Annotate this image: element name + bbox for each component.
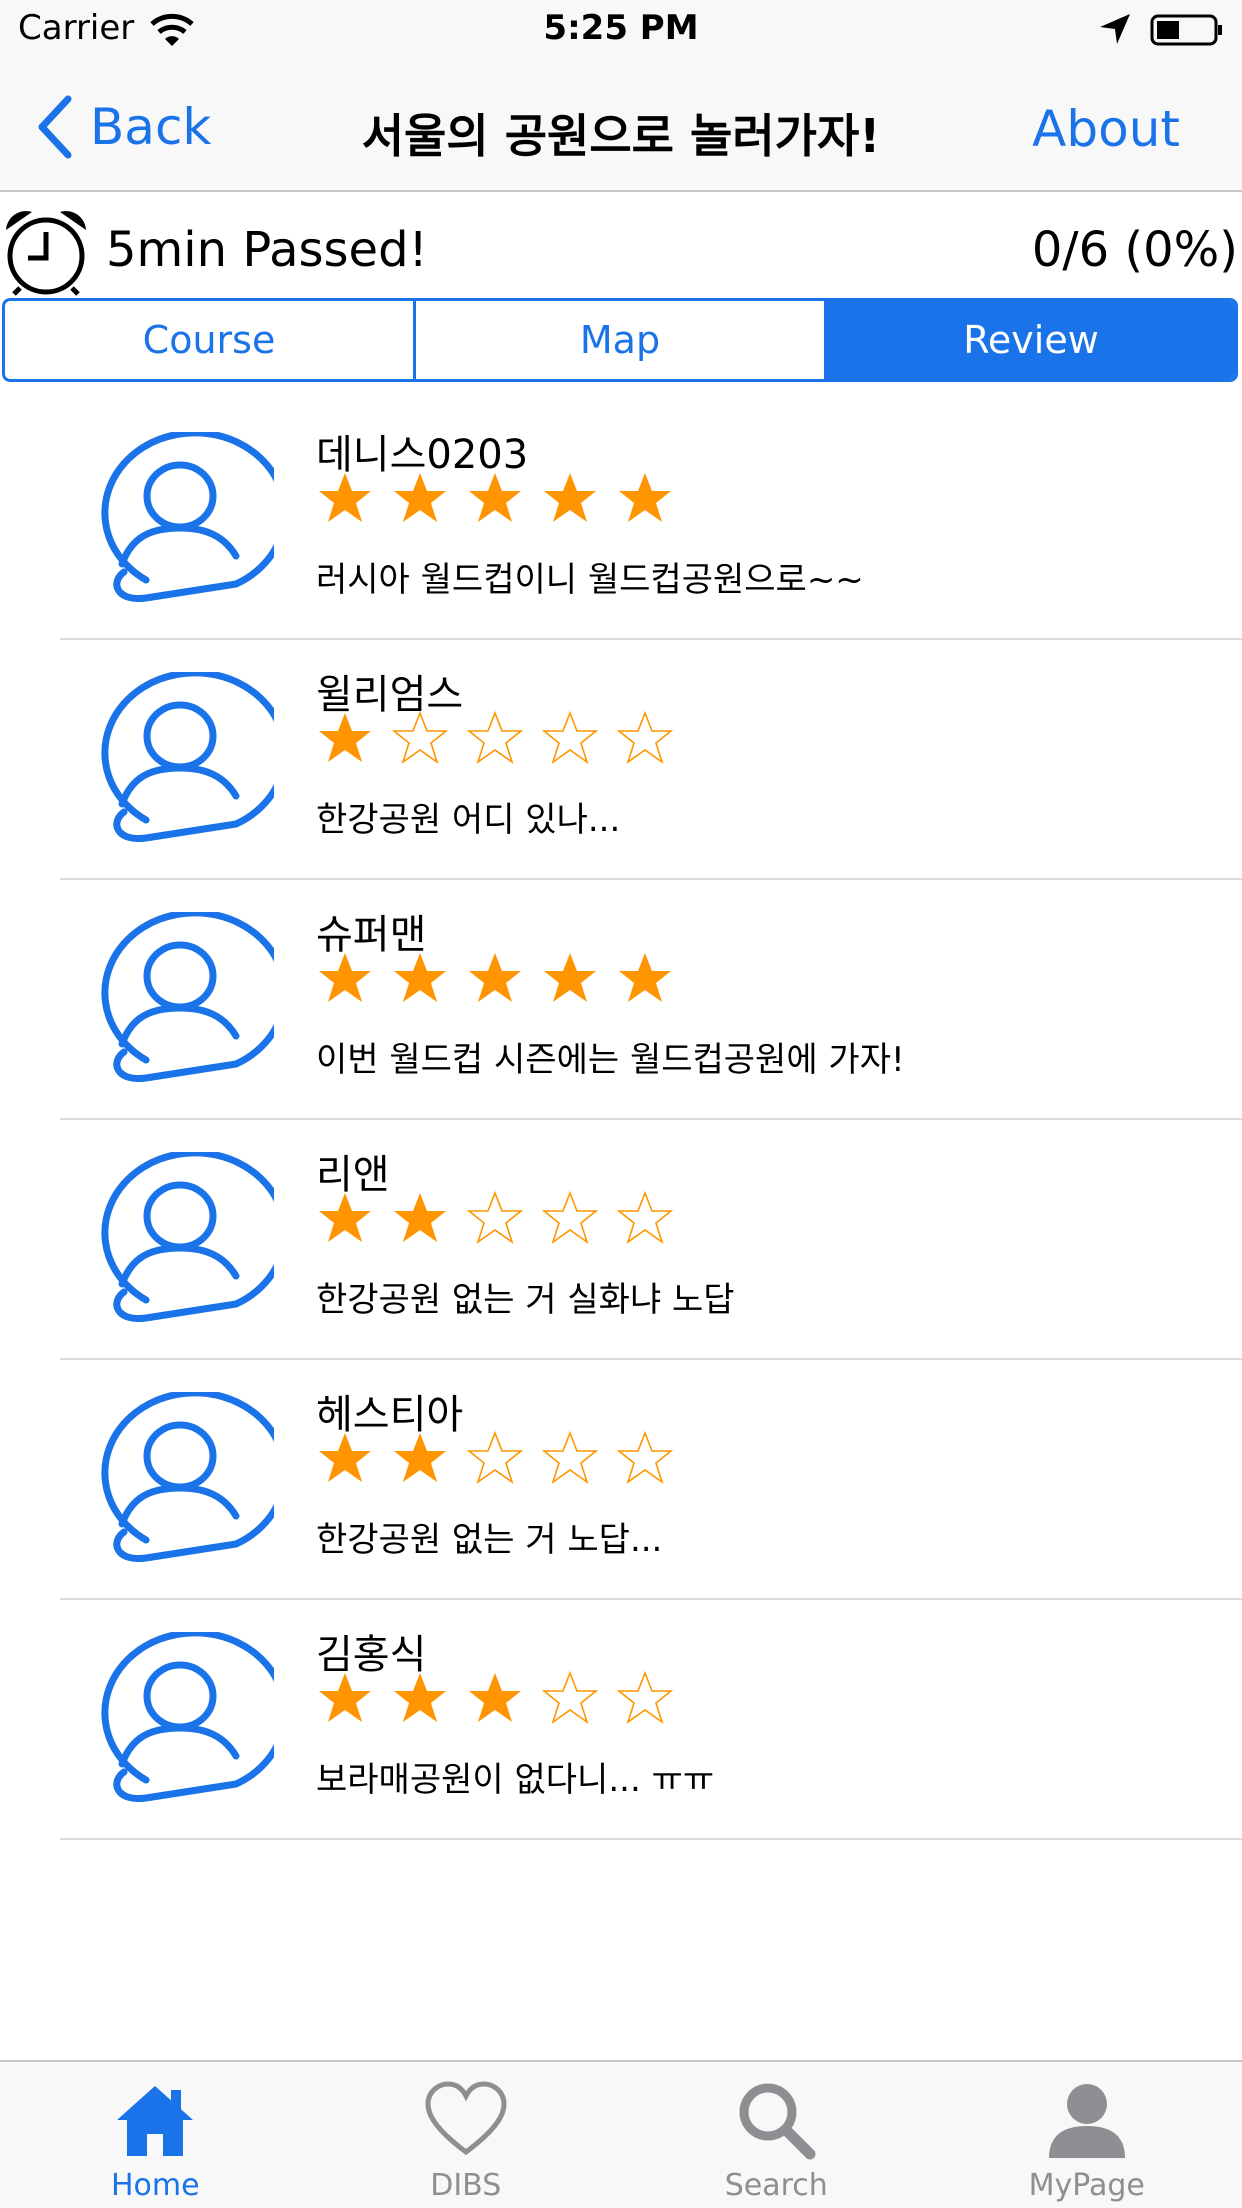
avatar-icon bbox=[101, 432, 274, 602]
star-filled-icon bbox=[319, 1673, 371, 1722]
tab-dibs-label: DIBS bbox=[430, 2168, 502, 2203]
star-rating bbox=[316, 710, 691, 768]
person-icon bbox=[1048, 2084, 1125, 2158]
star-rating bbox=[316, 470, 691, 528]
tab-home[interactable]: Home bbox=[0, 2062, 311, 2208]
review-comment: 한강공원 어디 있나... bbox=[316, 800, 621, 840]
avatar-icon bbox=[101, 1392, 274, 1562]
star-empty-icon bbox=[466, 1430, 524, 1485]
battery-icon bbox=[1150, 14, 1222, 46]
star-rating bbox=[316, 1670, 691, 1728]
star-rating bbox=[316, 1430, 691, 1488]
status-bar: Carrier 5:25 PM bbox=[0, 0, 1242, 62]
star-empty-icon bbox=[466, 710, 524, 765]
tab-home-label: Home bbox=[110, 2168, 200, 2203]
home-icon bbox=[117, 2086, 194, 2156]
review-row[interactable]: 헤스티아 한강공원 없는 거 노답... bbox=[0, 1360, 1242, 1600]
star-rating bbox=[316, 1190, 691, 1248]
star-filled-icon bbox=[544, 953, 596, 1002]
star-filled-icon bbox=[394, 953, 446, 1002]
review-list: 데니스0203 러시아 월드컵이니 월드컵공원으로~~ 윌리엄스 한강공원 어디… bbox=[0, 400, 1242, 1840]
star-filled-icon bbox=[619, 953, 671, 1002]
star-empty-icon bbox=[616, 1670, 674, 1725]
review-row[interactable]: 윌리엄스 한강공원 어디 있나... bbox=[0, 640, 1242, 880]
elapsed-time-label: 5min Passed! bbox=[106, 222, 428, 278]
star-empty-icon bbox=[541, 710, 599, 765]
review-comment: 한강공원 없는 거 노답... bbox=[316, 1520, 663, 1560]
segment-review[interactable]: Review bbox=[827, 301, 1235, 379]
progress-label: 0/6 (0%) bbox=[1031, 222, 1238, 278]
status-time: 5:25 PM bbox=[543, 8, 699, 48]
star-filled-icon bbox=[394, 1433, 446, 1482]
review-row[interactable]: 리앤 한강공원 없는 거 실화냐 노답 bbox=[0, 1120, 1242, 1360]
segmented-control: Course Map Review bbox=[2, 298, 1238, 382]
segment-map[interactable]: Map bbox=[416, 301, 827, 379]
star-filled-icon bbox=[319, 713, 371, 762]
star-empty-icon bbox=[541, 1670, 599, 1725]
star-filled-icon bbox=[544, 473, 596, 522]
tab-search[interactable]: Search bbox=[621, 2062, 932, 2208]
star-filled-icon bbox=[319, 953, 371, 1002]
star-filled-icon bbox=[319, 1433, 371, 1482]
star-empty-icon bbox=[391, 710, 449, 765]
star-filled-icon bbox=[319, 1193, 371, 1242]
star-filled-icon bbox=[394, 473, 446, 522]
review-row[interactable]: 슈퍼맨 이번 월드컵 시즌에는 월드컵공원에 가자! bbox=[0, 880, 1242, 1120]
avatar-icon bbox=[101, 912, 274, 1082]
star-empty-icon bbox=[541, 1430, 599, 1485]
row-divider bbox=[60, 1838, 1242, 1840]
star-filled-icon bbox=[469, 953, 521, 1002]
location-arrow-icon bbox=[1100, 14, 1130, 44]
star-filled-icon bbox=[394, 1193, 446, 1242]
alarm-clock-icon bbox=[6, 211, 86, 296]
navigation-bar: Back 서울의 공원으로 놀러가자! About bbox=[0, 62, 1242, 192]
star-empty-icon bbox=[541, 1190, 599, 1245]
heart-icon bbox=[425, 2081, 507, 2156]
review-row[interactable]: 데니스0203 러시아 월드컵이니 월드컵공원으로~~ bbox=[0, 400, 1242, 640]
segment-course[interactable]: Course bbox=[5, 301, 416, 379]
star-filled-icon bbox=[619, 473, 671, 522]
star-filled-icon bbox=[394, 1673, 446, 1722]
tab-mypage[interactable]: MyPage bbox=[932, 2062, 1242, 2208]
avatar-icon bbox=[101, 1632, 274, 1802]
review-comment: 한강공원 없는 거 실화냐 노답 bbox=[316, 1280, 735, 1320]
star-empty-icon bbox=[616, 1190, 674, 1245]
review-comment: 보라매공원이 없다니... ㅠㅠ bbox=[316, 1760, 715, 1800]
review-comment: 이번 월드컵 시즌에는 월드컵공원에 가자! bbox=[316, 1040, 905, 1080]
avatar-icon bbox=[101, 672, 274, 842]
tab-mypage-label: MyPage bbox=[1028, 2168, 1145, 2203]
star-empty-icon bbox=[616, 710, 674, 765]
tab-search-label: Search bbox=[724, 2168, 828, 2203]
about-button[interactable]: About bbox=[1032, 100, 1180, 158]
review-row[interactable]: 김홍식 보라매공원이 없다니... ㅠㅠ bbox=[0, 1600, 1242, 1840]
star-empty-icon bbox=[616, 1430, 674, 1485]
star-filled-icon bbox=[469, 473, 521, 522]
review-comment: 러시아 월드컵이니 월드컵공원으로~~ bbox=[316, 560, 864, 600]
tab-dibs[interactable]: DIBS bbox=[311, 2062, 622, 2208]
search-icon bbox=[739, 2083, 816, 2160]
star-empty-icon bbox=[466, 1190, 524, 1245]
avatar-icon bbox=[101, 1152, 274, 1322]
star-filled-icon bbox=[319, 473, 371, 522]
star-rating bbox=[316, 950, 691, 1008]
tab-bar: Home DIBS Search MyPage bbox=[0, 2060, 1242, 2208]
star-filled-icon bbox=[469, 1673, 521, 1722]
